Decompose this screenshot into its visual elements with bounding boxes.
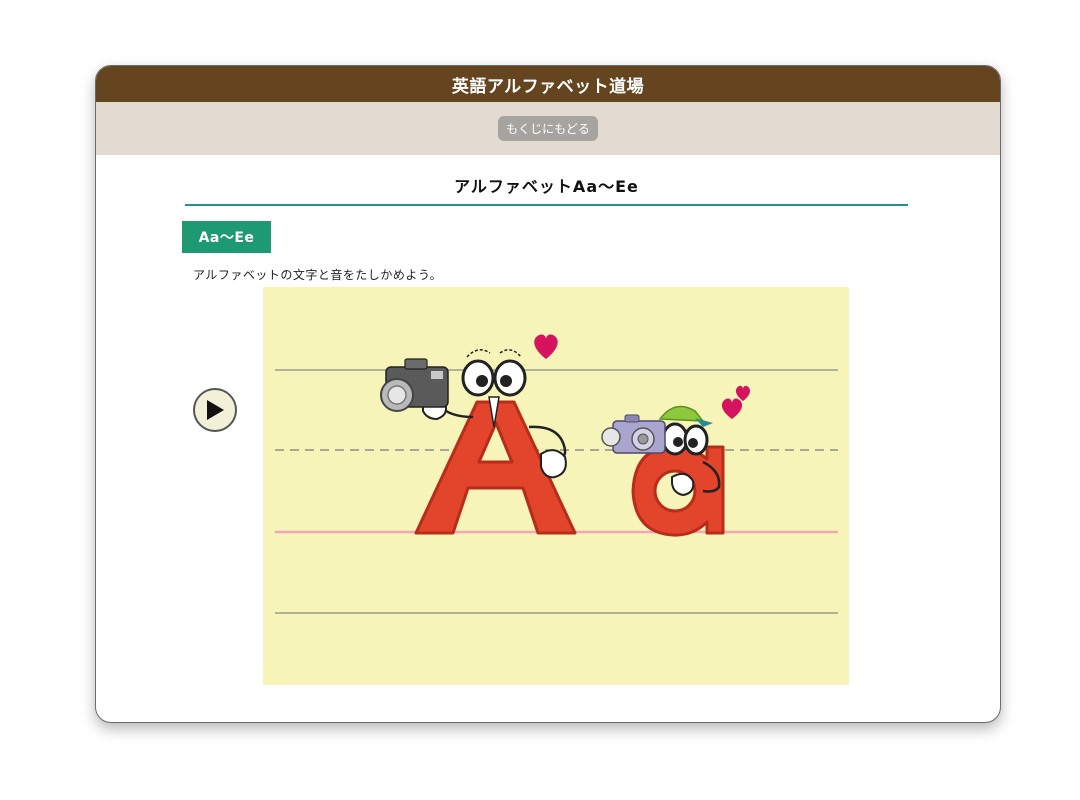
alphabet-illustration[interactable]: A a	[263, 287, 849, 685]
heart-icon-large	[721, 398, 743, 419]
heart-icon-small	[735, 385, 751, 401]
lesson-heading: アルファベットAa～Ee	[454, 177, 639, 196]
heart-icon	[534, 334, 558, 359]
play-icon	[207, 400, 224, 420]
section-tag: Aa～Ee	[182, 221, 271, 253]
capital-a-character: A	[263, 287, 577, 535]
instruction-text: アルファベットの文字と音をたしかめよう。	[193, 268, 443, 282]
heading-divider	[185, 204, 908, 206]
lowercase-letter-label: a	[263, 287, 264, 288]
small-camera-icon	[601, 414, 666, 454]
play-button[interactable]	[193, 388, 237, 432]
app-window: 英語アルファベット道場 もくじにもどる アルファベットAa～Ee Aa～Ee ア…	[95, 65, 1001, 723]
app-title: 英語アルファベット道場	[451, 76, 645, 97]
camera-icon	[380, 358, 449, 412]
back-to-contents-button[interactable]: もくじにもどる	[498, 116, 598, 141]
capital-letter-label: A	[263, 287, 264, 288]
illustration-svg: A a	[263, 287, 838, 614]
lesson-content: アルファベットAa～Ee Aa～Ee アルファベットの文字と音をたしかめよう。 …	[96, 155, 1000, 722]
nav-bar: もくじにもどる	[96, 102, 1000, 155]
title-bar: 英語アルファベット道場	[96, 66, 1000, 102]
